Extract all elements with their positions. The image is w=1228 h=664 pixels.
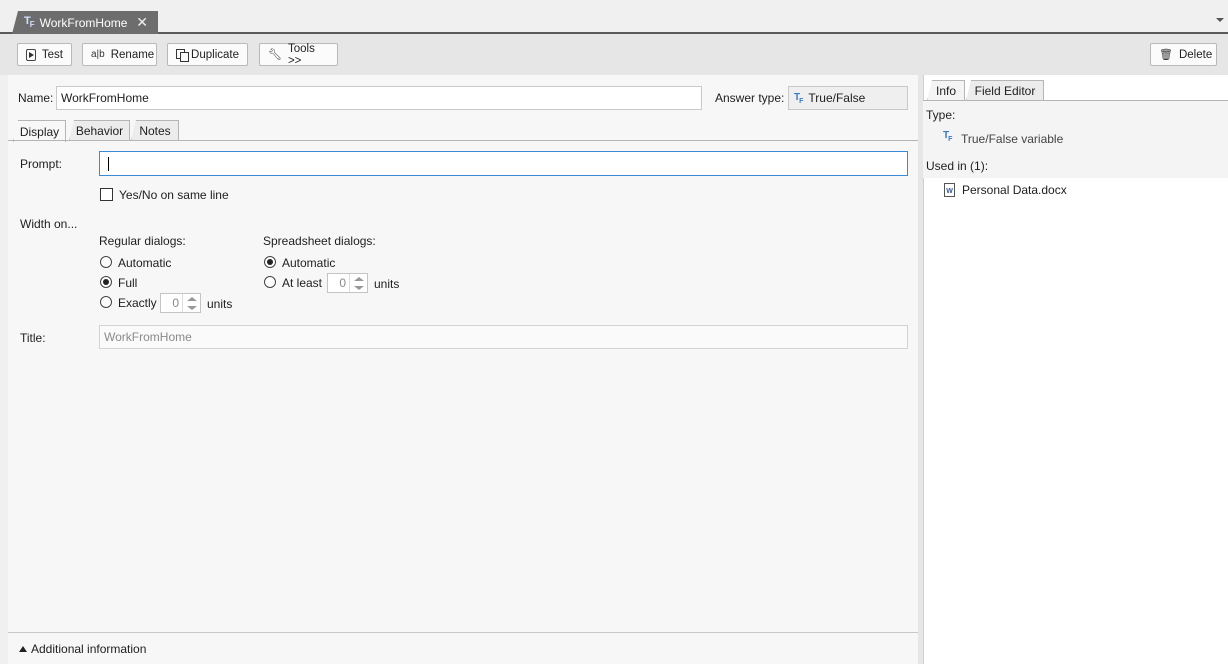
trash-icon: 🗑︎ — [1159, 49, 1173, 61]
stepper-down-icon[interactable] — [350, 283, 367, 292]
tab-notes[interactable]: Notes — [131, 120, 179, 141]
stepper-up-icon[interactable] — [183, 294, 200, 303]
regular-automatic-radio[interactable] — [100, 256, 112, 268]
title-label: Title: — [20, 331, 46, 345]
type-value: True/False variable — [961, 132, 1064, 146]
tab-list-dropdown-icon[interactable] — [1216, 18, 1224, 22]
title-input[interactable]: WorkFromHome — [99, 325, 908, 349]
spreadsheet-automatic-label: Automatic — [282, 256, 336, 270]
duplicate-icon — [176, 48, 190, 62]
tab-display[interactable]: Display — [13, 120, 66, 142]
spreadsheet-dialogs-heading: Spreadsheet dialogs: — [263, 234, 376, 248]
regular-exactly-stepper[interactable]: 0 — [160, 293, 201, 313]
expand-up-icon — [19, 645, 27, 652]
stepper-arrows[interactable] — [182, 294, 200, 312]
additional-information-toggle[interactable]: Additional information — [8, 632, 918, 664]
name-input-value: WorkFromHome — [61, 91, 149, 105]
answer-type-label: Answer type: — [715, 91, 785, 105]
additional-information-label: Additional information — [31, 641, 147, 656]
type-label: Type: — [926, 108, 956, 122]
width-on-label: Width on... — [20, 217, 78, 231]
yes-no-same-line-label: Yes/No on same line — [119, 188, 229, 202]
regular-exactly-value: 0 — [172, 296, 179, 310]
answer-type-value: True/False — [808, 91, 866, 105]
tab-field-editor-label: Field Editor — [974, 84, 1036, 98]
tab-divider — [8, 140, 918, 141]
rename-button[interactable]: a|b Rename — [82, 43, 157, 66]
right-tab-divider — [923, 100, 1228, 101]
used-in-item-label: Personal Data.docx — [962, 183, 1067, 197]
regular-full-radio[interactable] — [100, 276, 112, 288]
stepper-down-icon[interactable] — [183, 303, 200, 312]
title-input-placeholder: WorkFromHome — [104, 330, 192, 344]
tab-field-editor[interactable]: Field Editor — [966, 80, 1044, 101]
word-document-icon: W — [944, 183, 955, 197]
regular-exactly-label: Exactly — [118, 296, 157, 310]
spreadsheet-at-least-radio[interactable] — [264, 276, 276, 288]
true-false-variable-icon: TF — [24, 15, 35, 30]
delete-button-label: Delete — [1178, 48, 1213, 61]
rename-button-label: Rename — [110, 48, 155, 61]
document-tab[interactable]: TF WorkFromHome ✕ — [12, 11, 158, 34]
document-tab-strip — [0, 0, 1228, 34]
spreadsheet-at-least-stepper[interactable]: 0 — [327, 273, 368, 293]
duplicate-button[interactable]: Duplicate — [167, 43, 248, 66]
tab-info-label: Info — [935, 84, 956, 98]
used-in-item[interactable]: W Personal Data.docx — [944, 183, 1067, 197]
wrench-icon: 🔧︎ — [268, 49, 282, 61]
tab-display-label: Display — [19, 124, 60, 139]
regular-automatic-label: Automatic — [118, 256, 172, 270]
tab-behavior-label: Behavior — [75, 124, 124, 138]
tools-button[interactable]: 🔧︎ Tools >> — [259, 42, 338, 67]
tab-behavior[interactable]: Behavior — [69, 120, 130, 141]
document-tab-title: WorkFromHome — [39, 15, 128, 30]
close-icon[interactable]: ✕ — [136, 14, 148, 31]
used-in-label: Used in (1): — [926, 159, 989, 173]
answer-type-field: TF True/False — [788, 86, 908, 110]
duplicate-button-label: Duplicate — [191, 48, 239, 61]
stepper-up-icon[interactable] — [350, 274, 367, 283]
true-false-icon: TF — [943, 130, 952, 143]
regular-exactly-radio[interactable] — [100, 296, 112, 308]
play-icon — [26, 48, 36, 61]
spreadsheet-units-label: units — [374, 277, 400, 291]
prompt-label: Prompt: — [20, 157, 63, 171]
stepper-arrows[interactable] — [349, 274, 367, 292]
rename-icon: a|b — [91, 49, 105, 60]
spreadsheet-at-least-value: 0 — [339, 276, 346, 290]
regular-full-label: Full — [118, 276, 138, 290]
tab-info[interactable]: Info — [927, 80, 965, 101]
tab-notes-label: Notes — [139, 124, 171, 138]
yes-no-same-line-checkbox[interactable] — [100, 188, 113, 201]
delete-button[interactable]: 🗑︎ Delete — [1150, 43, 1217, 66]
true-false-icon: TF — [794, 91, 803, 105]
regular-units-label: units — [207, 297, 233, 311]
test-button[interactable]: Test — [17, 43, 72, 66]
text-caret — [108, 157, 109, 171]
prompt-input[interactable] — [99, 151, 908, 176]
regular-dialogs-heading: Regular dialogs: — [99, 234, 186, 248]
tools-button-label: Tools >> — [287, 42, 315, 67]
spreadsheet-at-least-label: At least — [282, 276, 323, 290]
name-label: Name: — [18, 91, 54, 105]
name-input[interactable]: WorkFromHome — [56, 86, 702, 110]
test-button-label: Test — [41, 48, 63, 61]
spreadsheet-automatic-radio[interactable] — [264, 256, 276, 268]
